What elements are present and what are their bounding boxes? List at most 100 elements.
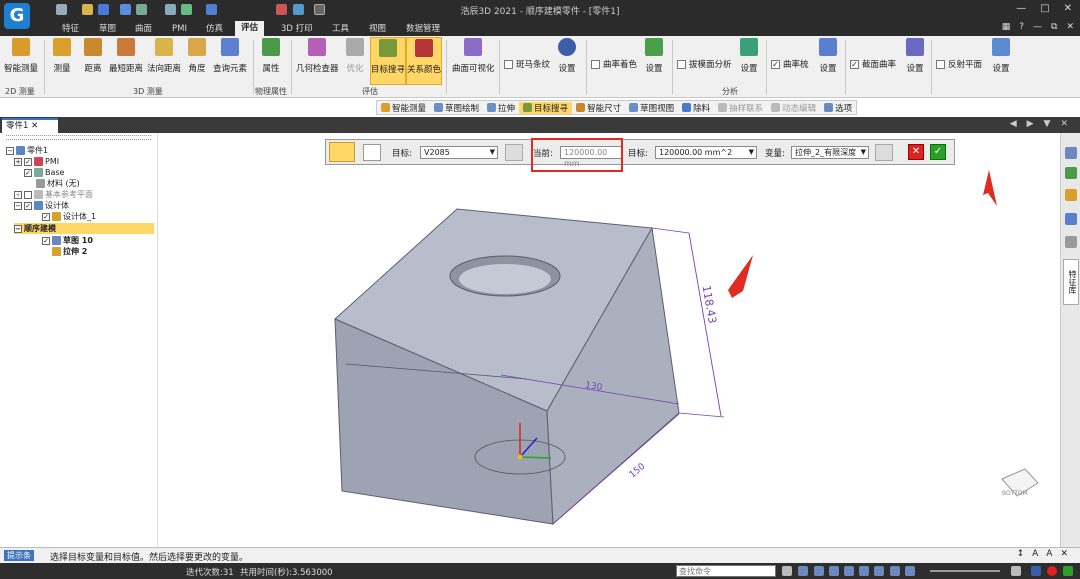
distance-button[interactable]: 距离 [84, 38, 102, 74]
slider-plus-icon[interactable] [1011, 566, 1021, 576]
font-small-icon[interactable]: A [1046, 549, 1052, 559]
zebra-settings-button[interactable]: 设置 [558, 38, 576, 74]
qt-sketch-view[interactable]: 草图视图 [625, 102, 678, 114]
sensor-icon[interactable] [1065, 213, 1077, 225]
geometry-checker-button[interactable]: 几何检查器 [296, 38, 339, 74]
tab-feature[interactable]: 特征 [56, 22, 85, 36]
tree-base[interactable]: ✓ Base [24, 167, 64, 178]
layers-icon[interactable] [1065, 167, 1077, 179]
normal-distance-button[interactable]: 法向距离 [147, 38, 181, 74]
curvature-shading-checkbox[interactable]: 曲率着色 [591, 58, 637, 70]
nav-left-icon[interactable]: ◀ [1010, 119, 1017, 129]
variable-select[interactable]: 拉伸_2_有限深度 ▼ [791, 146, 869, 159]
qt-smart-dimension[interactable]: 智能尺寸 [572, 102, 625, 114]
query-element-button[interactable]: 查询元素 [213, 38, 247, 74]
graph-icon[interactable] [1065, 236, 1077, 248]
tree-design-body[interactable]: − ✓ 设计体 [14, 200, 69, 211]
record-icon[interactable] [1047, 566, 1057, 576]
qt-cut[interactable]: 除料 [678, 102, 714, 114]
tab-surface[interactable]: 曲面 [129, 22, 158, 36]
tree-pmi[interactable]: + ✓ PMI [14, 156, 59, 167]
qt-smart-measure[interactable]: 智能测量 [377, 102, 430, 114]
shading-icon[interactable] [905, 566, 915, 576]
tree-material[interactable]: 材料 (无) [36, 178, 80, 189]
goal-seek-step-icon[interactable] [329, 142, 355, 162]
qt-options[interactable]: 选项 [820, 102, 856, 114]
maximize-icon[interactable]: □ [1040, 3, 1049, 14]
tab-pmi[interactable]: PMI [166, 22, 193, 36]
qt-sample-link[interactable]: 抽样联系 [714, 102, 767, 114]
smart-measure-button[interactable]: 智能测量 [4, 38, 38, 74]
draft-settings-button[interactable]: 设置 [740, 38, 758, 74]
section-curvature-checkbox[interactable]: ✓ 截面曲率 [850, 58, 896, 70]
pick-target-icon[interactable] [505, 144, 523, 161]
surface-visualization-button[interactable]: 曲面可视化 [452, 38, 495, 74]
apply-icon[interactable] [1063, 566, 1073, 576]
accept-button[interactable]: ✓ [930, 144, 946, 160]
minimize-icon[interactable]: — [1016, 3, 1026, 14]
tab-tools[interactable]: 工具 [326, 22, 355, 36]
close-prompt-icon[interactable]: ✕ [1060, 549, 1068, 559]
tab-3d-print[interactable]: 3D 打印 [275, 22, 319, 36]
close-tab-icon[interactable]: ✕ [31, 121, 38, 131]
pick-variable-icon[interactable] [875, 144, 893, 161]
reflection-settings-button[interactable]: 设置 [992, 38, 1010, 74]
measure-button[interactable]: 测量 [53, 38, 71, 74]
zoom-icon[interactable] [829, 566, 839, 576]
tab-view[interactable]: 视图 [363, 22, 392, 36]
draft-analysis-checkbox[interactable]: 拔模面分析 [677, 58, 732, 70]
close-icon[interactable]: ✕ [1064, 3, 1072, 14]
tab-evaluate[interactable]: 评估 [235, 21, 265, 36]
nav-close-icon[interactable]: ✕ [1060, 119, 1068, 129]
library-icon[interactable] [1065, 147, 1077, 159]
section-settings-button[interactable]: 设置 [906, 38, 924, 74]
tab-sketch[interactable]: 草图 [93, 22, 122, 36]
tab-simulation[interactable]: 仿真 [200, 22, 229, 36]
key-icon[interactable] [1065, 189, 1077, 201]
3d-viewport[interactable]: 118.43 130 150 BOTTOM [159, 133, 1060, 547]
options-icon[interactable] [363, 144, 381, 161]
qt-dynamic-edit[interactable]: 动态编辑 [767, 102, 820, 114]
relation-color-button[interactable]: 关系颜色 [406, 37, 443, 85]
nav-right-icon[interactable]: ▶ [1027, 119, 1034, 129]
zoom-slider[interactable] [930, 570, 1000, 572]
help-icon[interactable]: ? [1019, 22, 1024, 32]
app-logo[interactable]: G [4, 3, 30, 29]
qt-goal-seek[interactable]: 目标搜寻 [519, 101, 573, 114]
optimize-button[interactable]: 优化 [346, 38, 364, 74]
qt-sketch[interactable]: 草图绘制 [430, 102, 483, 114]
nav-menu-icon[interactable]: ▼ [1044, 119, 1051, 129]
reflection-plane-checkbox[interactable]: 反射平面 [936, 58, 982, 70]
feature-library-tab[interactable]: 特征库 [1063, 259, 1079, 305]
angle-button[interactable]: 角度 [188, 38, 206, 74]
zoom-area-icon[interactable] [814, 566, 824, 576]
tree-sketch-10[interactable]: ✓ 草图 10 [42, 235, 93, 246]
close-doc-icon[interactable]: ✕ [1066, 22, 1074, 32]
doc-tab-part1[interactable]: 零件1 ✕ [2, 118, 58, 133]
grid-icon[interactable] [1031, 566, 1041, 576]
command-search-input[interactable] [676, 565, 776, 577]
comb-settings-button[interactable]: 设置 [819, 38, 837, 74]
rotate-icon[interactable] [859, 566, 869, 576]
minimize-doc-icon[interactable]: — [1033, 22, 1042, 32]
properties-button[interactable]: 属性 [262, 38, 280, 74]
tree-extrude-2[interactable]: 拉伸 2 [52, 246, 87, 257]
goal-seek-button[interactable]: 目标搜寻 [370, 37, 407, 85]
cancel-button[interactable]: ✕ [908, 144, 924, 160]
display-mode-icon[interactable] [890, 566, 900, 576]
zebra-stripes-checkbox[interactable]: 斑马条纹 [504, 58, 550, 70]
tree-root[interactable]: − 零件1 [6, 145, 48, 156]
tab-data-management[interactable]: 数据管理 [400, 22, 446, 36]
view-orient-icon[interactable] [874, 566, 884, 576]
target-select[interactable]: V2085 ▼ [420, 146, 498, 159]
pan-icon[interactable] [844, 566, 854, 576]
tree-design-body-1[interactable]: ✓ 设计体_1 [42, 211, 96, 222]
tree-ordered-modeling[interactable]: − 顺序建模 [14, 223, 154, 234]
target-value-input[interactable]: 120000.00 mm^2 ▼ [655, 146, 757, 159]
min-distance-button[interactable]: 最短距离 [109, 38, 143, 74]
tree-ref-planes[interactable]: + 基本参考平面 [14, 189, 93, 200]
tree-grip[interactable] [6, 135, 151, 140]
curvature-comb-checkbox[interactable]: ✓ 曲率梳 [771, 58, 809, 70]
fit-icon[interactable] [798, 566, 808, 576]
arrow-icon[interactable] [782, 566, 792, 576]
